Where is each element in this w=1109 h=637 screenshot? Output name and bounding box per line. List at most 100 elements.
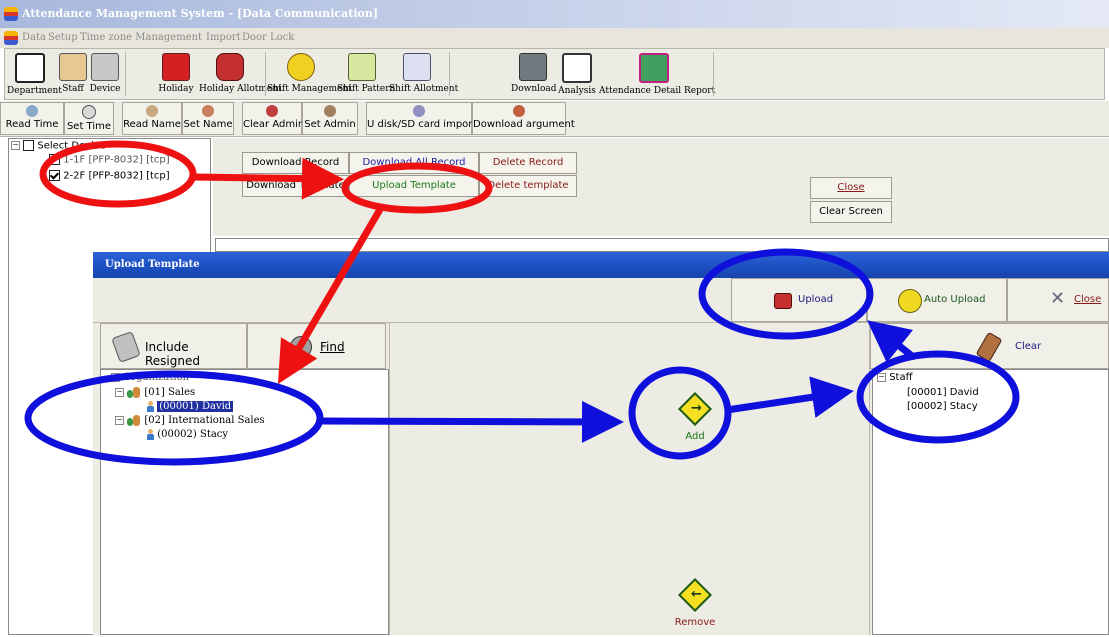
collapse-icon[interactable]: −	[111, 373, 120, 382]
person-icon	[147, 429, 154, 440]
app-icon	[4, 7, 18, 21]
org-group[interactable]: − [01] Sales	[115, 387, 195, 398]
collapse-icon[interactable]: −	[11, 141, 20, 150]
car-icon	[216, 53, 244, 81]
holiday-allotment-button[interactable]: Holiday Allotment	[199, 49, 282, 99]
shift-pattern-button[interactable]: Shift Pattern	[337, 49, 395, 99]
window-title: Attendance Management System - [Data Com…	[22, 7, 379, 20]
org-root[interactable]: − Organization	[111, 372, 189, 383]
analysis-button[interactable]: Analysis	[557, 49, 597, 99]
menu-time-zone-management[interactable]: Time zone Management	[80, 32, 202, 43]
organization-tree: − Organization − [01] Sales (00001) Davi…	[100, 369, 389, 635]
download-template-button[interactable]: Download Template	[242, 175, 349, 197]
clear-list-button[interactable]: Clear	[870, 323, 1109, 369]
holiday-icon	[162, 53, 190, 81]
device-button[interactable]: Device	[87, 49, 123, 99]
select-all-checkbox[interactable]	[23, 140, 35, 151]
device-icon	[91, 53, 119, 81]
menu-door-lock[interactable]: Door Lock	[242, 32, 294, 43]
disk-icon	[413, 105, 425, 117]
clear-admin-button[interactable]: Clear Admin	[242, 102, 304, 135]
remove-button[interactable]: ← Remove	[665, 577, 725, 637]
menu-import[interactable]: Import	[206, 32, 241, 43]
include-resigned-button[interactable]: Include Resigned	[100, 323, 247, 369]
clock-icon	[26, 105, 38, 117]
shift-allotment-button[interactable]: Shift Allotment	[389, 49, 458, 99]
org-member[interactable]: (00002) Stacy	[147, 429, 228, 440]
transfer-pane: → Add ← Remove	[389, 323, 870, 635]
analysis-icon	[562, 53, 592, 83]
delete-template-button[interactable]: Delete template	[479, 175, 577, 197]
user-icon	[146, 105, 158, 117]
download-all-record-button[interactable]: Download All Record	[349, 152, 479, 174]
collapse-icon[interactable]: −	[115, 388, 124, 397]
dialog-title: Upload Template	[105, 259, 200, 270]
staff-root[interactable]: − Staff	[877, 372, 912, 383]
holiday-button[interactable]: Holiday	[155, 49, 197, 99]
device-item[interactable]: 2-2F [PFP-8032] [tcp]	[49, 170, 170, 182]
org-member[interactable]: (00001) David	[147, 401, 234, 412]
collapse-icon[interactable]: −	[877, 372, 886, 382]
group-icon	[127, 415, 141, 426]
close-icon: ✕	[1050, 288, 1066, 309]
argument-icon	[513, 105, 525, 117]
add-button[interactable]: → Add	[665, 391, 725, 451]
download-button[interactable]: Download	[511, 49, 557, 99]
set-name-button[interactable]: Set Name	[182, 102, 234, 135]
dialog-toolbar: Upload Auto Upload ✕ Close	[93, 278, 1109, 323]
menu-bar: Data Setup Time zone Management Import D…	[0, 28, 1109, 48]
device-item[interactable]: 1-1F [PFP-8032] [tcp]	[49, 154, 170, 166]
menu-setup[interactable]: Setup	[48, 32, 78, 43]
admin-icon	[266, 105, 278, 117]
user-icon	[202, 105, 214, 117]
app-titlebar: Attendance Management System - [Data Com…	[0, 0, 1109, 28]
auto-upload-button[interactable]: Auto Upload	[867, 278, 1007, 322]
app-menu-icon[interactable]	[4, 31, 18, 45]
staff-icon	[59, 53, 87, 81]
collapse-icon[interactable]: −	[115, 416, 124, 425]
read-time-button[interactable]: Read Time	[0, 102, 64, 135]
upload-drum-icon	[774, 293, 792, 309]
delete-record-button[interactable]: Delete Record	[479, 152, 577, 174]
dialog-titlebar: Upload Template	[93, 252, 1109, 278]
menu-data[interactable]: Data	[22, 32, 46, 43]
udisk-import-button[interactable]: U disk/SD card import	[366, 102, 476, 135]
report-chart-icon	[639, 53, 669, 83]
set-admin-button[interactable]: Set Admin	[302, 102, 358, 135]
person-icon	[147, 401, 154, 412]
staff-item[interactable]: [00001] David	[907, 387, 979, 398]
binoculars-icon	[290, 336, 312, 358]
upload-button[interactable]: Upload	[731, 278, 867, 322]
close-button[interactable]: Close	[810, 177, 892, 199]
fan-icon	[898, 289, 922, 313]
attendance-detail-report-button[interactable]: Attendance Detail Report	[599, 49, 715, 99]
eraser-icon	[975, 331, 1003, 363]
staff-item[interactable]: [00002] Stacy	[907, 401, 978, 412]
dialog-close-button[interactable]: ✕ Close	[1007, 278, 1109, 322]
main-toolbar: Department Staff Device Holiday Holiday …	[4, 48, 1105, 100]
find-button[interactable]: Find	[247, 323, 386, 369]
set-time-button[interactable]: Set Time	[64, 102, 114, 135]
shift-management-button[interactable]: Shift Management	[267, 49, 352, 99]
shift-allotment-icon	[403, 53, 431, 81]
upload-template-button[interactable]: Upload Template	[349, 175, 479, 197]
shift-pattern-icon	[348, 53, 376, 81]
device-checkbox[interactable]	[49, 154, 60, 165]
read-name-button[interactable]: Read Name	[122, 102, 182, 135]
log-output	[215, 238, 1109, 252]
org-group[interactable]: − [02] International Sales	[115, 415, 265, 426]
computer-icon	[519, 53, 547, 81]
department-icon	[15, 53, 45, 83]
clock-icon	[82, 105, 96, 119]
device-tree-root[interactable]: − Select Device	[11, 140, 106, 152]
admin-icon	[324, 105, 336, 117]
staff-list: − Staff [00001] David [00002] Stacy	[872, 369, 1109, 635]
command-area: Download Record Download All Record Dele…	[213, 138, 1109, 236]
download-argument-button[interactable]: Download argument	[472, 102, 575, 135]
download-record-button[interactable]: Download Record	[242, 152, 349, 174]
staff-button[interactable]: Staff	[55, 49, 91, 99]
department-button[interactable]: Department	[7, 49, 62, 99]
clear-screen-button[interactable]: Clear Screen	[810, 201, 892, 223]
hand-icon	[111, 331, 141, 363]
device-checkbox[interactable]	[49, 170, 60, 181]
